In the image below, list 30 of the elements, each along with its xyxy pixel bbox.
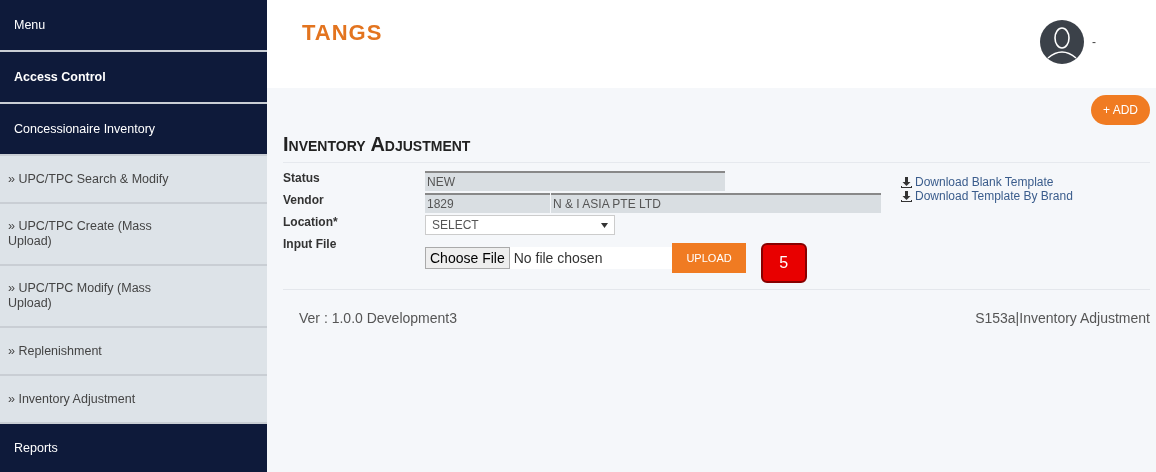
field-label: Vendor	[283, 193, 325, 207]
choose-file-button[interactable]: Choose File	[425, 247, 510, 269]
field-label: Location*	[283, 215, 339, 229]
sidebar-item[interactable]: » UPC/TPC Modify (Mass Upload)	[0, 266, 267, 326]
step-badge: 5	[760, 243, 807, 283]
download-icon	[901, 190, 912, 202]
vendor-code-field: 1829	[425, 193, 550, 213]
field-label: Input File	[283, 237, 338, 251]
vendor-name-field: N & I ASIA PTE LTD	[551, 193, 881, 213]
location-dropdown[interactable]: SELECT	[425, 215, 615, 235]
user-caret[interactable]: -	[1092, 35, 1096, 49]
sidebar-item[interactable]: » Replenishment	[0, 328, 267, 374]
sidebar-item[interactable]: » UPC/TPC Search & Modify	[0, 156, 267, 202]
download-icon	[901, 176, 912, 188]
sidebar-item[interactable]: Access Control	[0, 52, 267, 102]
sidebar-item[interactable]: » UPC/TPC Create (Mass Upload)	[0, 204, 267, 264]
sidebar-item[interactable]: Concessionaire Inventory	[0, 104, 267, 154]
sidebar-item[interactable]: Reports	[0, 424, 267, 472]
avatar-icon[interactable]	[1040, 20, 1084, 64]
caret-icon	[601, 222, 608, 228]
download-link[interactable]: Download Blank Template	[901, 175, 1073, 189]
version-text: Ver : 1.0.0 Development3	[299, 310, 457, 326]
download-link[interactable]: Download Template By Brand	[901, 189, 1073, 203]
field-label: Status	[283, 171, 321, 185]
status-field: NEW	[425, 171, 725, 191]
sidebar-item[interactable]: » Inventory Adjustment	[0, 376, 267, 422]
page-title: Inventory Adjustment	[283, 133, 1150, 163]
file-status: No file chosen	[509, 247, 673, 269]
sidebar-item[interactable]: Menu	[0, 0, 267, 50]
screen-id-text: S153a|Inventory Adjustment	[975, 310, 1150, 326]
